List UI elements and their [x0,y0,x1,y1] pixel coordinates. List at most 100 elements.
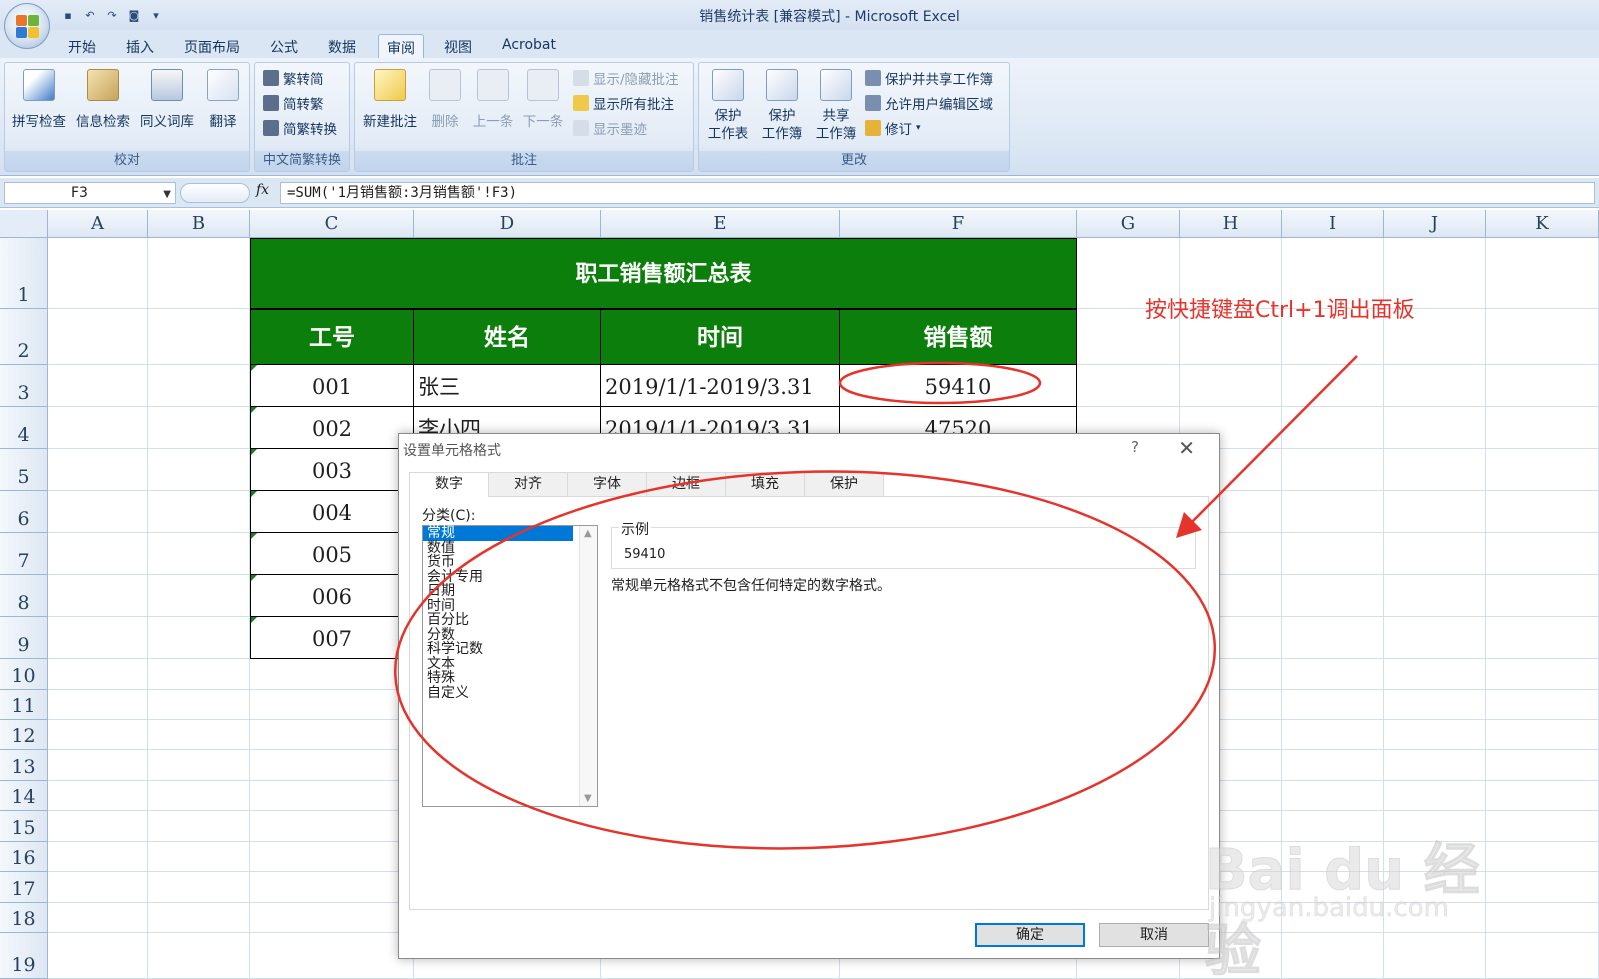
previous-comment-button[interactable]: 上一条 [469,67,517,131]
table-cell[interactable]: 005 [250,533,414,575]
chinese-conversion-button[interactable]: 简繁转换 [263,117,337,139]
name-box[interactable]: F3 ▼ [4,182,176,204]
show-ink-button[interactable]: 显示墨迹 [573,117,647,139]
spell-check-button[interactable]: 拼写检查 [7,67,71,131]
table-title[interactable]: 职工销售额汇总表 [250,238,1077,309]
column-header-b[interactable]: B [148,210,250,238]
cancel-button[interactable]: 取消 [1099,923,1209,947]
row-header-11[interactable]: 11 [0,690,48,720]
format-cells-dialog[interactable]: 设置单元格格式 ? ✕ 分类(C): 常规 数值 货币 会计专用 日期 时间 百分比 分数 科学… [398,433,1220,959]
row-header-8[interactable]: 8 [0,575,48,617]
row-header-7[interactable]: 7 [0,533,48,575]
table-cell[interactable]: 59410 [840,365,1077,407]
category-item[interactable]: 时间 [423,599,573,614]
table-cell[interactable]: 007 [250,617,414,659]
protect-share-workbook-button[interactable]: 保护并共享工作簿 [865,67,993,89]
category-item[interactable]: 货币 [423,555,573,570]
formula-input[interactable]: =SUM('1月销售额:3月销售额'!F3) [280,182,1595,204]
tab-4[interactable]: 数据 [320,34,364,58]
category-item[interactable]: 自定义 [423,686,573,701]
row-header-17[interactable]: 17 [0,872,48,903]
share-workbook-button[interactable]: 共享 工作簿 [809,67,863,143]
dialog-tab-5[interactable]: 保护 [804,472,884,496]
trad-to-simp-button[interactable]: 繁转简 [263,67,324,89]
help-icon[interactable]: ? [1131,438,1139,456]
office-button[interactable] [4,3,50,49]
column-header-e[interactable]: E [601,210,840,238]
row-header-1[interactable]: 1 [0,238,48,309]
table-cell[interactable]: 001 [250,365,414,407]
show-all-comments-button[interactable]: 显示所有批注 [573,92,674,114]
next-comment-button[interactable]: 下一条 [519,67,567,131]
category-item[interactable]: 科学记数 [423,642,573,657]
dialog-tab-0[interactable]: 数字 [409,472,489,497]
table-header-cell[interactable]: 工号 [250,309,414,365]
category-item[interactable]: 日期 [423,584,573,599]
row-header-5[interactable]: 5 [0,449,48,491]
dialog-tab-3[interactable]: 边框 [646,472,726,496]
chevron-down-icon[interactable]: ▼ [163,185,171,205]
column-header-j[interactable]: J [1384,210,1486,238]
dialog-tab-2[interactable]: 字体 [567,472,647,496]
protect-sheet-button[interactable]: 保护 工作表 [701,67,755,143]
table-header-cell[interactable]: 销售额 [840,309,1077,365]
table-header-cell[interactable]: 时间 [601,309,840,365]
tab-1[interactable]: 插入 [118,34,162,58]
column-header-f[interactable]: F [840,210,1077,238]
simp-to-trad-button[interactable]: 简转繁 [263,92,324,114]
row-header-18[interactable]: 18 [0,903,48,933]
category-item[interactable]: 特殊 [423,671,573,686]
category-item[interactable]: 分数 [423,628,573,643]
row-header-13[interactable]: 13 [0,750,48,781]
tab-3[interactable]: 公式 [262,34,306,58]
tab-0[interactable]: 开始 [60,34,104,58]
delete-comment-button[interactable]: 删除 [425,67,465,131]
research-button[interactable]: 信息检索 [71,67,135,131]
select-all-corner[interactable] [0,210,48,238]
row-header-16[interactable]: 16 [0,842,48,872]
column-header-a[interactable]: A [48,210,148,238]
row-header-12[interactable]: 12 [0,720,48,750]
category-item[interactable]: 常规 [423,526,573,541]
dialog-tab-1[interactable]: 对齐 [488,472,568,496]
row-header-19[interactable]: 19 [0,933,48,979]
ok-button[interactable]: 确定 [975,923,1085,947]
table-cell[interactable]: 张三 [414,365,601,407]
row-header-2[interactable]: 2 [0,309,48,365]
category-item[interactable]: 数值 [423,541,573,556]
row-header-4[interactable]: 4 [0,407,48,449]
row-header-3[interactable]: 3 [0,365,48,407]
formula-expand-handle[interactable] [180,183,250,203]
tab-5[interactable]: 审阅 [378,34,424,58]
table-header-cell[interactable]: 姓名 [414,309,601,365]
column-header-k[interactable]: K [1486,210,1599,238]
category-scrollbar[interactable]: ▲ ▼ [579,526,597,806]
thesaurus-button[interactable]: 同义词库 [135,67,199,131]
allow-edit-ranges-button[interactable]: 允许用户编辑区域 [865,92,993,114]
row-header-14[interactable]: 14 [0,781,48,811]
column-header-d[interactable]: D [414,210,601,238]
show-hide-comment-button[interactable]: 显示/隐藏批注 [573,67,679,89]
new-comment-button[interactable]: 新建批注 [357,67,423,131]
column-header-g[interactable]: G [1077,210,1180,238]
row-header-9[interactable]: 9 [0,617,48,659]
scroll-up-icon[interactable]: ▲ [584,528,592,539]
column-header-i[interactable]: I [1282,210,1384,238]
category-item[interactable]: 文本 [423,657,573,672]
row-header-15[interactable]: 15 [0,811,48,842]
translate-button[interactable]: 翻译 [199,67,247,131]
category-list[interactable]: 常规 数值 货币 会计专用 日期 时间 百分比 分数 科学记数 文本 特殊 自定义 ▲ ▼ [422,525,598,807]
tab-7[interactable]: Acrobat [494,34,564,58]
protect-workbook-button[interactable]: 保护 工作簿 [755,67,809,143]
table-cell[interactable]: 2019/1/1-2019/3.31 [601,365,840,407]
dialog-tab-4[interactable]: 填充 [725,472,805,496]
close-icon[interactable]: ✕ [1178,436,1195,460]
table-cell[interactable]: 003 [250,449,414,491]
category-item[interactable]: 会计专用 [423,570,573,585]
column-header-h[interactable]: H [1180,210,1282,238]
row-header-6[interactable]: 6 [0,491,48,533]
tab-2[interactable]: 页面布局 [176,34,248,58]
track-changes-button[interactable]: 修订 ▾ [865,117,921,139]
category-item[interactable]: 百分比 [423,613,573,628]
table-cell[interactable]: 006 [250,575,414,617]
